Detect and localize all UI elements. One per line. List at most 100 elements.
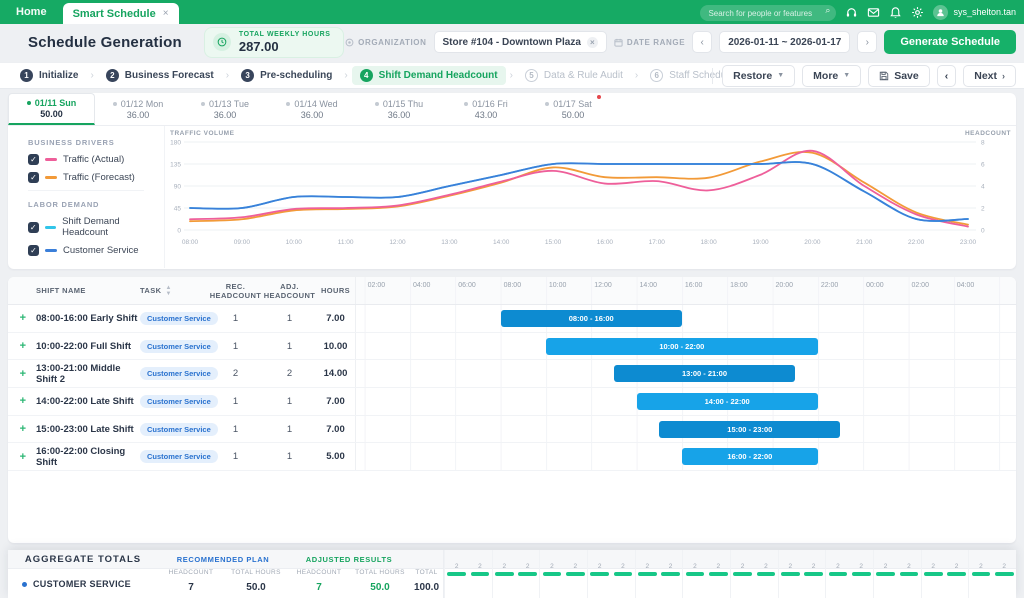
checkbox-checked-icon[interactable]: ✓: [28, 222, 39, 233]
date-range-label: DATE RANGE: [614, 38, 685, 47]
adj-headcount-cell[interactable]: 2: [263, 360, 316, 387]
column-task[interactable]: TASK ▲▼: [140, 277, 208, 304]
hourly-total-cell: 2: [516, 550, 539, 598]
gantt-bar[interactable]: 08:00 - 16:00: [501, 310, 682, 327]
day-tab-0117[interactable]: 01/17 Sat50.00: [530, 93, 617, 125]
hourly-total-bar: [829, 572, 848, 576]
timeline-hour-label: 22:00: [821, 282, 839, 289]
hourly-total-cell: 2: [873, 550, 897, 598]
total-label: TOTAL: [410, 569, 443, 582]
hours-cell: 7.00: [316, 388, 355, 415]
gantt-bar[interactable]: 10:00 - 22:00: [546, 338, 818, 355]
search: ⌕: [700, 3, 836, 22]
date-range-input[interactable]: 2026-01-11 ~ 2026-01-17: [719, 31, 850, 53]
legend-item[interactable]: ✓Traffic (Actual): [28, 154, 164, 165]
bell-icon[interactable]: [889, 6, 902, 19]
day-tab-0116[interactable]: 01/16 Fri43.00: [443, 93, 530, 125]
step-business-forecast[interactable]: 2Business Forecast: [98, 66, 222, 85]
rec-headcount-cell[interactable]: 1: [208, 443, 263, 470]
gear-icon[interactable]: [911, 6, 924, 19]
rec-headcount-cell[interactable]: 1: [208, 333, 263, 360]
tab-smart-schedule[interactable]: Smart Schedule ×: [63, 3, 179, 24]
step-pre-scheduling[interactable]: 3Pre-scheduling: [233, 66, 340, 85]
mail-icon[interactable]: [867, 6, 880, 19]
shift-name-cell: 13:00-21:00 Middle Shift 2: [26, 360, 140, 387]
gantt-bar[interactable]: 13:00 - 21:00: [614, 365, 795, 382]
hourly-total-bar: [972, 572, 991, 576]
search-icon[interactable]: ⌕: [825, 5, 830, 16]
hourly-total-value: 2: [669, 563, 673, 570]
headset-icon[interactable]: [845, 6, 858, 19]
svg-text:20:00: 20:00: [804, 239, 821, 246]
recommended-plan-label: RECOMMENDED PLAN: [158, 555, 288, 564]
task-badge[interactable]: Customer Service: [140, 367, 218, 380]
rec-headcount-value: 7: [158, 582, 224, 598]
adj-headcount-cell[interactable]: 1: [263, 333, 316, 360]
demand-line-chart: 0045290413561808TRAFFIC VOLUMEHEADCOUNT0…: [165, 126, 1016, 268]
rec-headcount-cell[interactable]: 1: [208, 388, 263, 415]
rec-headcount-cell[interactable]: 1: [208, 416, 263, 443]
divider: [28, 190, 144, 191]
gantt-row-pane: 15:00 - 23:00: [355, 416, 1016, 443]
hourly-total-cell: 2: [993, 550, 1016, 598]
timeline-hour-label: 04:00: [957, 282, 975, 289]
restore-button[interactable]: Restore▼: [722, 65, 795, 87]
checkbox-checked-icon[interactable]: ✓: [28, 172, 39, 183]
hourly-total-cell: 2: [564, 550, 587, 598]
gantt-bar[interactable]: 15:00 - 23:00: [659, 421, 840, 438]
adj-headcount-cell[interactable]: 1: [263, 305, 316, 332]
gantt-bar[interactable]: 16:00 - 22:00: [682, 448, 818, 465]
task-badge[interactable]: Customer Service: [140, 450, 218, 463]
task-badge[interactable]: Customer Service: [140, 340, 218, 353]
next-step-button[interactable]: Next›: [963, 65, 1016, 87]
search-input[interactable]: [700, 5, 836, 21]
step-shift-demand-headcount[interactable]: 4Shift Demand Headcount: [352, 66, 506, 85]
more-button[interactable]: More▼: [802, 65, 861, 87]
step-number: 2: [106, 69, 119, 82]
checkbox-checked-icon[interactable]: ✓: [28, 154, 39, 165]
close-tab-icon[interactable]: ×: [163, 8, 169, 19]
svg-text:13:00: 13:00: [441, 239, 458, 246]
task-badge[interactable]: Customer Service: [140, 423, 218, 436]
adj-headcount-cell[interactable]: 1: [263, 388, 316, 415]
clear-icon[interactable]: ×: [587, 37, 598, 48]
tab-home[interactable]: Home: [0, 0, 63, 24]
sort-icon[interactable]: ▲▼: [165, 285, 171, 297]
hourly-total-bar: [638, 572, 657, 576]
shift-name-cell: 16:00-22:00 Closing Shift: [26, 443, 140, 470]
save-button[interactable]: Save: [868, 65, 930, 87]
task-badge[interactable]: Customer Service: [140, 395, 218, 408]
day-tab-0114[interactable]: 01/14 Wed36.00: [269, 93, 356, 125]
gantt-bar[interactable]: 14:00 - 22:00: [637, 393, 818, 410]
generate-schedule-button[interactable]: Generate Schedule: [884, 30, 1016, 54]
day-tab-date: 01/13 Tue: [201, 99, 249, 109]
prev-step-button[interactable]: ‹: [937, 65, 957, 87]
hourly-total-cell: 2: [921, 550, 945, 598]
rec-headcount-cell[interactable]: 1: [208, 305, 263, 332]
svg-text:0: 0: [177, 228, 181, 235]
table-row: +16:00-22:00 Closing ShiftCustomer Servi…: [8, 443, 1016, 471]
hourly-total-bar: [590, 572, 609, 576]
day-tab-0115[interactable]: 01/15 Thu36.00: [356, 93, 443, 125]
hourly-total-value: 2: [550, 563, 554, 570]
date-prev-button[interactable]: ‹: [692, 31, 712, 53]
checkbox-checked-icon[interactable]: ✓: [28, 245, 39, 256]
day-tab-0112[interactable]: 01/12 Mon36.00: [95, 93, 182, 125]
date-next-button[interactable]: ›: [857, 31, 877, 53]
legend-item[interactable]: ✓Traffic (Forecast): [28, 172, 164, 183]
table-row: +15:00-23:00 Late ShiftCustomer Service1…: [8, 416, 1016, 444]
legend-item[interactable]: ✓Customer Service: [28, 245, 164, 256]
hourly-total-bar: [733, 572, 752, 576]
adj-headcount-cell[interactable]: 1: [263, 443, 316, 470]
step-initialize[interactable]: 1Initialize: [12, 66, 86, 85]
organization-select[interactable]: Store #104 - Downtown Plaza ×: [434, 31, 607, 53]
day-tab-0113[interactable]: 01/13 Tue36.00: [182, 93, 269, 125]
hourly-total-value: 2: [884, 563, 888, 570]
adj-headcount-cell[interactable]: 1: [263, 416, 316, 443]
rec-headcount-cell[interactable]: 2: [208, 360, 263, 387]
step-data-rule-audit[interactable]: 5Data & Rule Audit: [517, 66, 631, 85]
day-tab-0111[interactable]: 01/11 Sun50.00: [8, 93, 95, 125]
user-chip[interactable]: sys_shelton.tan: [933, 5, 1016, 20]
task-badge[interactable]: Customer Service: [140, 312, 218, 325]
legend-item[interactable]: ✓Shift Demand Headcount: [28, 216, 164, 238]
